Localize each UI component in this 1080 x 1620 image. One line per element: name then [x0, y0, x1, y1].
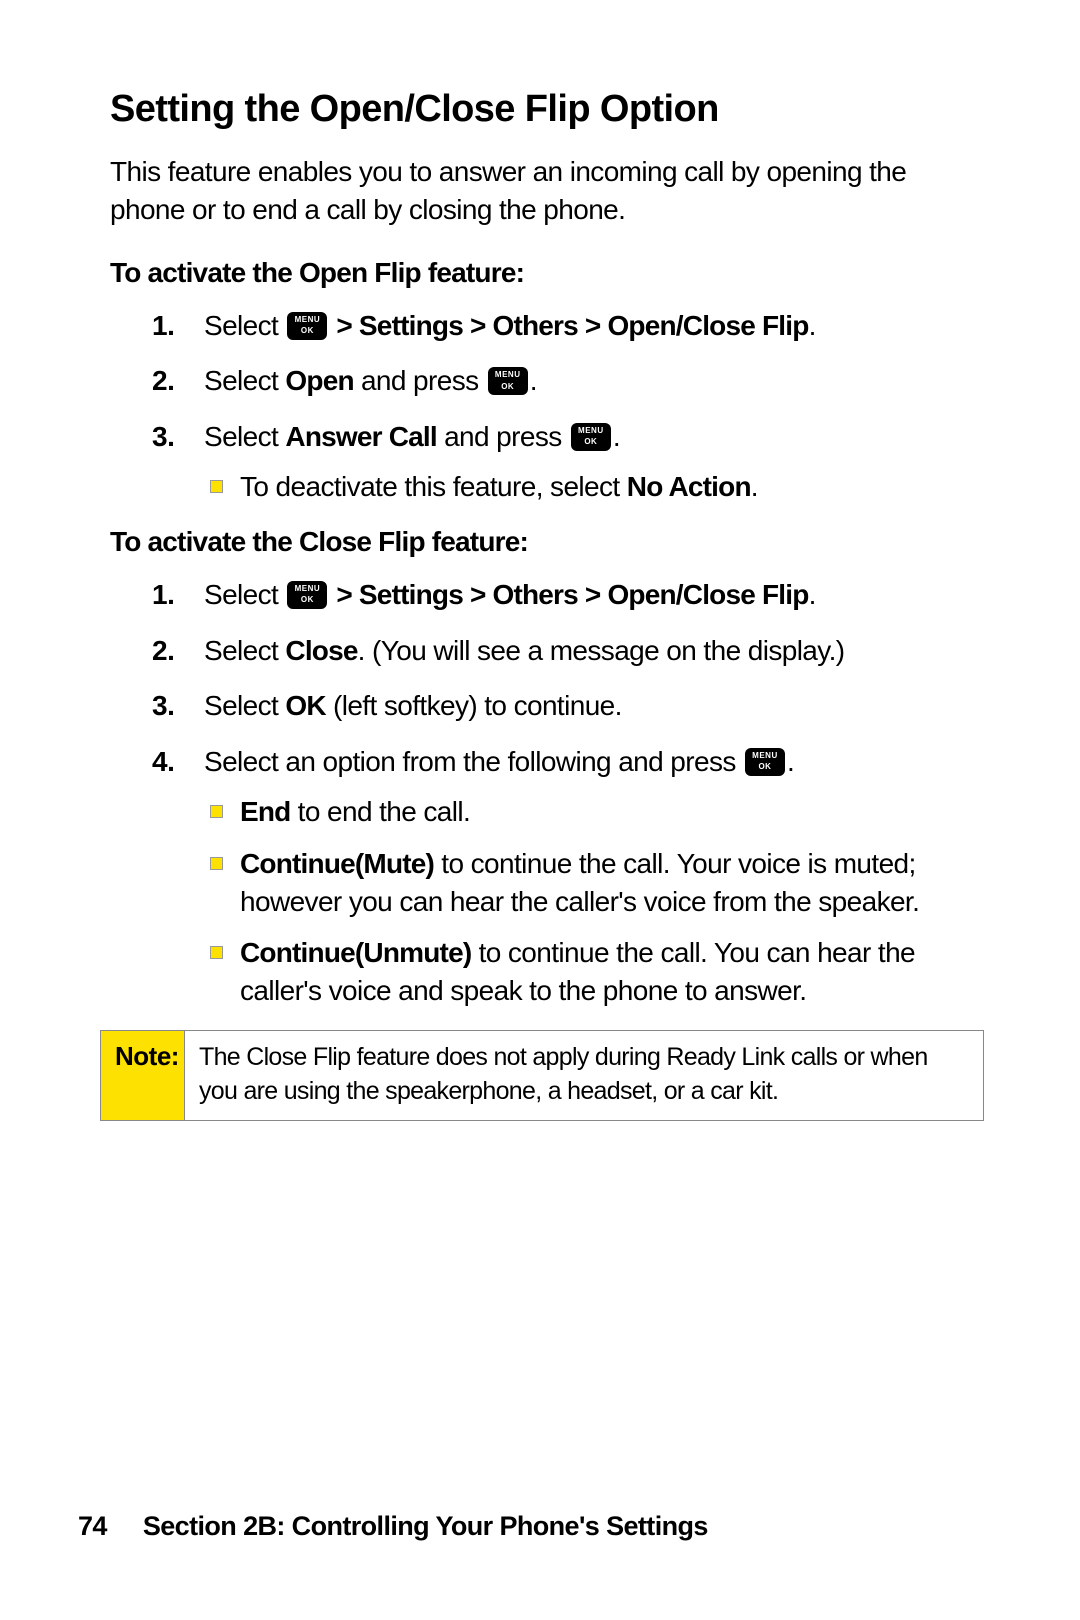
list-item: 3. Select Answer Call and press . To dea…	[110, 418, 980, 506]
step-number: 3.	[152, 687, 174, 725]
note-box: Note: The Close Flip feature does not ap…	[100, 1030, 984, 1122]
menu-ok-key-icon	[571, 423, 611, 451]
page-number: 74	[78, 1511, 107, 1541]
list-item: Continue(Unmute) to continue the call. Y…	[204, 934, 980, 1010]
step-number: 4.	[152, 743, 174, 781]
list-item: Continue(Mute) to continue the call. You…	[204, 845, 980, 921]
step-number: 3.	[152, 418, 174, 456]
openflip-steps: 1. Select > Settings > Others > Open/Clo…	[110, 307, 980, 506]
list-item: To deactivate this feature, select No Ac…	[204, 468, 980, 506]
step-text: Select	[204, 310, 285, 341]
step-text: .	[809, 310, 816, 341]
openflip-subhead: To activate the Open Flip feature:	[110, 257, 980, 289]
list-item: 1. Select > Settings > Others > Open/Clo…	[110, 576, 980, 614]
list-item: End to end the call.	[204, 793, 980, 831]
step-text: .	[809, 579, 816, 610]
note-text: The Close Flip feature does not apply du…	[185, 1031, 983, 1121]
list-item: 2. Select Open and press .	[110, 362, 980, 400]
step-text: .	[787, 746, 794, 777]
step-number: 2.	[152, 362, 174, 400]
step-text-bold: Answer Call	[285, 421, 436, 452]
section-title: Section 2B: Controlling Your Phone's Set…	[143, 1511, 708, 1541]
bullet-text-bold: Continue(Unmute)	[240, 937, 471, 968]
step-text: . (You will see a message on the display…	[358, 635, 845, 666]
step-text: Select	[204, 690, 285, 721]
bullet-text: To deactivate this feature, select	[240, 471, 627, 502]
bullet-text: .	[751, 471, 758, 502]
step-text: .	[613, 421, 620, 452]
menu-ok-key-icon	[488, 367, 528, 395]
menu-ok-key-icon	[287, 581, 327, 609]
step-text: Select	[204, 635, 285, 666]
step-text-bold: > Settings > Others > Open/Close Flip	[329, 310, 808, 341]
step-text: Select	[204, 421, 285, 452]
intro-paragraph: This feature enables you to answer an in…	[110, 153, 980, 229]
step-text: Select an option from the following and …	[204, 746, 743, 777]
closeflip-steps: 1. Select > Settings > Others > Open/Clo…	[110, 576, 980, 1010]
menu-ok-key-icon	[287, 312, 327, 340]
step-text-bold: OK	[285, 690, 325, 721]
sub-bullets: To deactivate this feature, select No Ac…	[204, 468, 980, 506]
step-text: (left softkey) to continue.	[326, 690, 622, 721]
step-text: and press	[354, 365, 486, 396]
note-label: Note:	[101, 1031, 185, 1121]
step-text-bold: Close	[285, 635, 357, 666]
page-content: Setting the Open/Close Flip Option This …	[0, 0, 1080, 1121]
menu-ok-key-icon	[745, 748, 785, 776]
list-item: 4. Select an option from the following a…	[110, 743, 980, 1010]
step-text: Select	[204, 365, 285, 396]
step-number: 1.	[152, 307, 174, 345]
page-heading: Setting the Open/Close Flip Option	[110, 88, 980, 131]
list-item: 2. Select Close. (You will see a message…	[110, 632, 980, 670]
list-item: 1. Select > Settings > Others > Open/Clo…	[110, 307, 980, 345]
bullet-text: to end the call.	[290, 796, 470, 827]
bullet-text-bold: Continue(Mute)	[240, 848, 434, 879]
step-text-bold: > Settings > Others > Open/Close Flip	[329, 579, 808, 610]
step-text: and press	[437, 421, 569, 452]
step-text-bold: Open	[285, 365, 353, 396]
step-text: .	[530, 365, 537, 396]
sub-bullets: End to end the call. Continue(Mute) to c…	[204, 793, 980, 1010]
step-number: 2.	[152, 632, 174, 670]
page-footer: 74 Section 2B: Controlling Your Phone's S…	[0, 1511, 1080, 1542]
bullet-text-bold: No Action	[627, 471, 751, 502]
closeflip-subhead: To activate the Close Flip feature:	[110, 526, 980, 558]
bullet-text-bold: End	[240, 796, 290, 827]
list-item: 3. Select OK (left softkey) to continue.	[110, 687, 980, 725]
step-number: 1.	[152, 576, 174, 614]
step-text: Select	[204, 579, 285, 610]
